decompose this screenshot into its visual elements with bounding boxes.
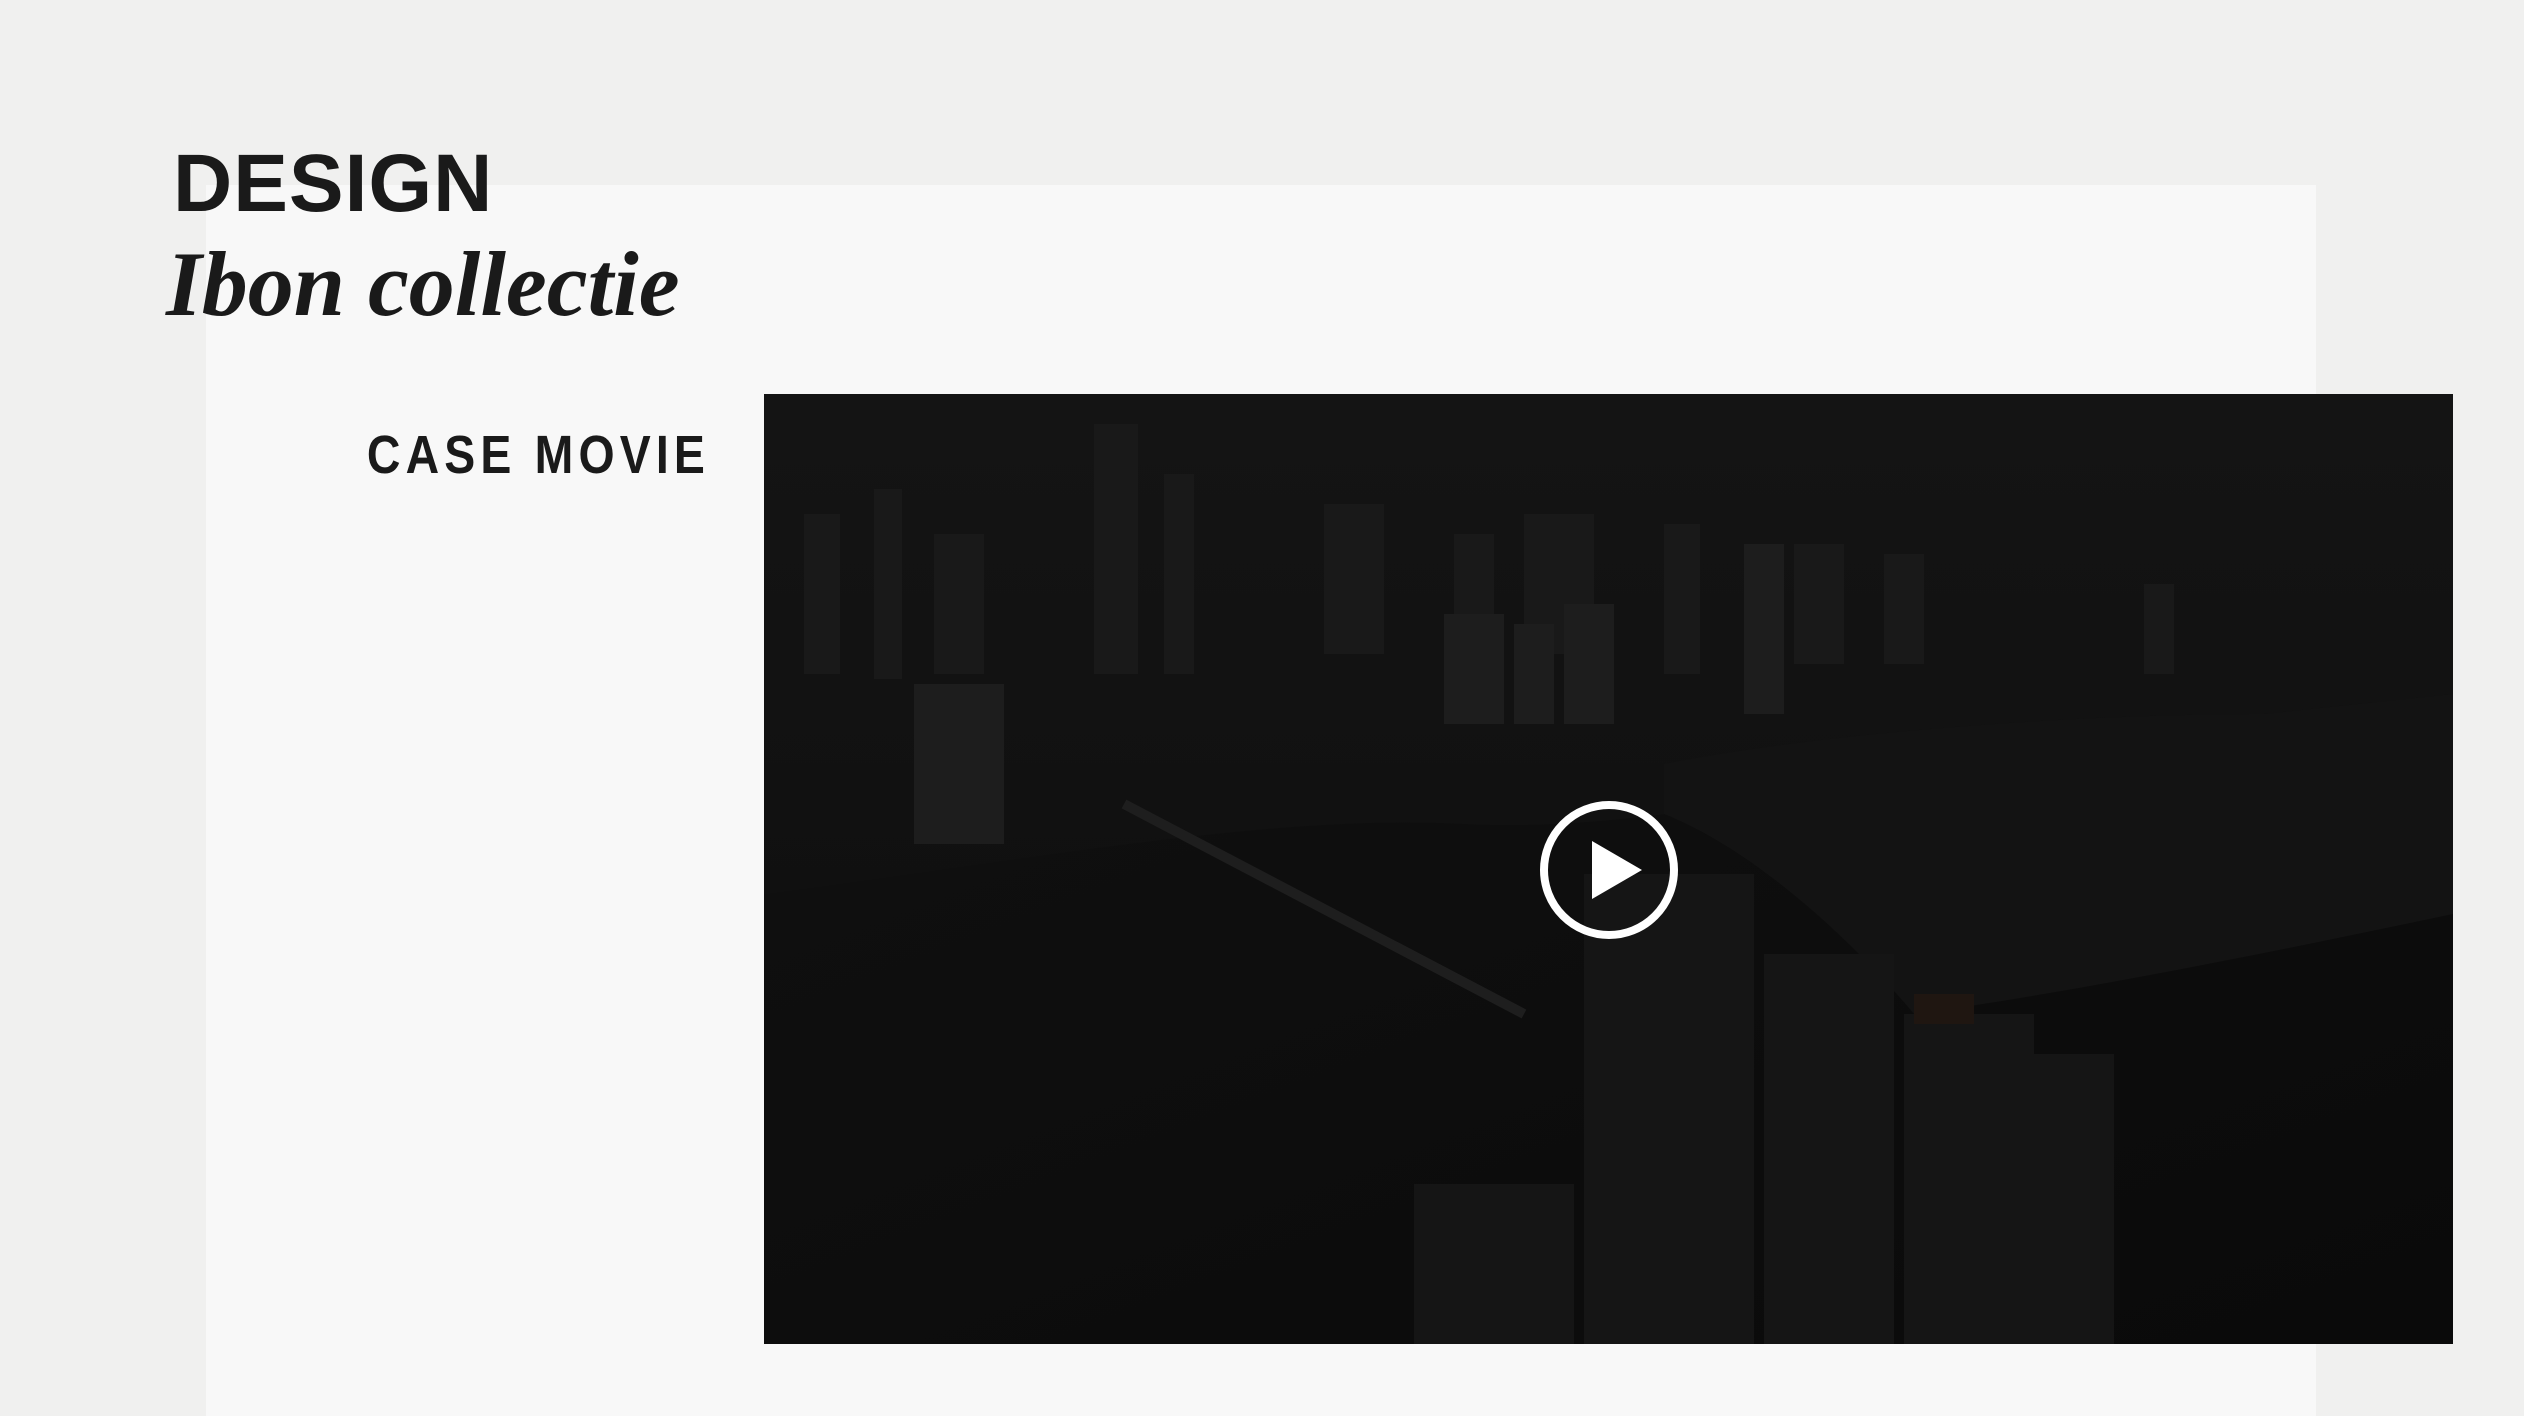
page-title: Ibon collectie — [166, 233, 680, 335]
section-label: CASE MOVIE — [366, 425, 710, 485]
play-icon — [1540, 801, 1678, 939]
case-movie-video[interactable] — [764, 394, 2453, 1344]
category-heading: DESIGN — [173, 138, 494, 229]
play-button[interactable] — [1538, 799, 1680, 941]
